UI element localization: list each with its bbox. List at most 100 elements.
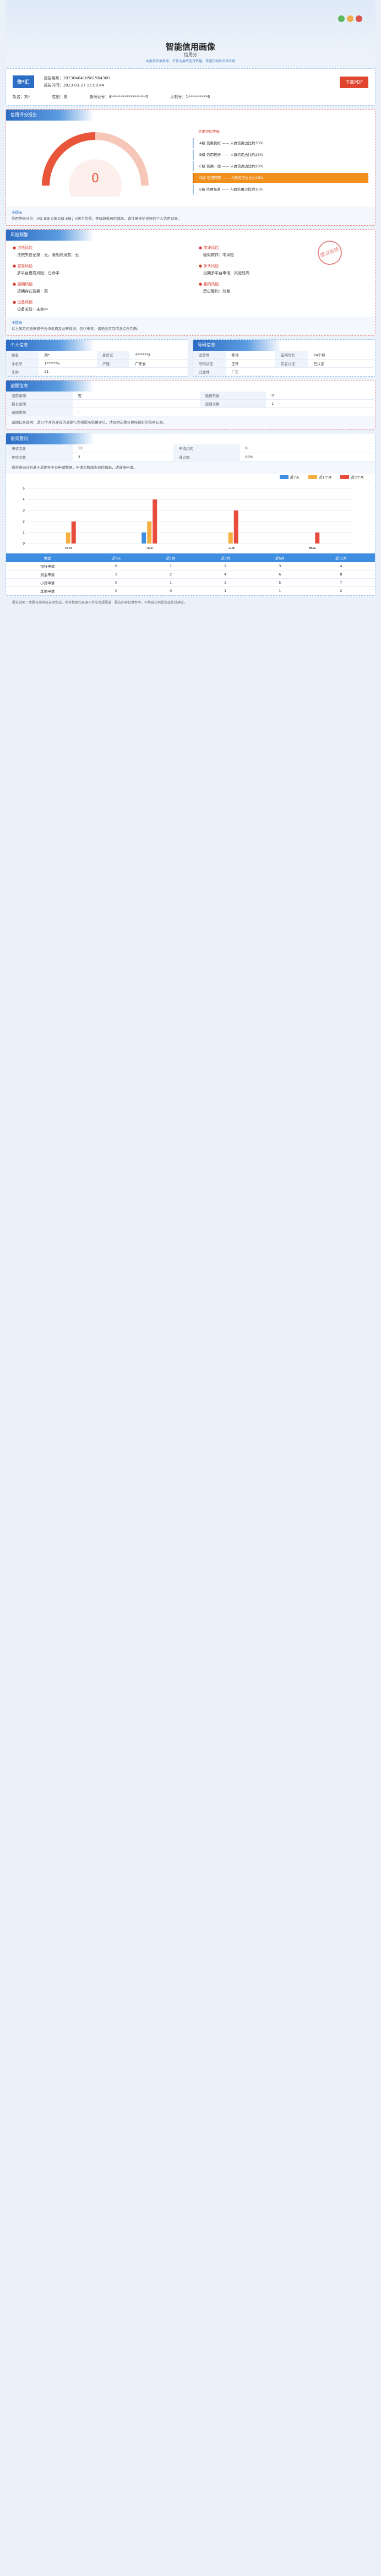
table-cell: 0 xyxy=(89,578,144,587)
download-pdf-button[interactable]: 下载PDF xyxy=(340,77,368,88)
table-key: 逾期金额 xyxy=(6,407,73,416)
report-no: 2023040418561964300 xyxy=(63,75,110,80)
overdue-tip: 逾期记录说明：近12个月内存在的逾期行为将影响信用评分，请及时还款以保持良好的信… xyxy=(6,416,375,429)
legend-swatch xyxy=(308,475,317,479)
report-info: 信*汇 报告编号：2023040418561964300 报告时间：2023-0… xyxy=(6,68,375,106)
legend-label: 近3个月 xyxy=(351,475,364,480)
yellow-icon[interactable] xyxy=(347,15,353,22)
table-header: 类型 近7天 近1月 近3月 近6月 近12月 xyxy=(6,553,375,562)
table-key: 在网时长 xyxy=(275,351,308,360)
table-cell: 3 xyxy=(198,578,253,587)
table-row: 号码状态 正常 实名认证 已认证 xyxy=(193,359,375,368)
level-a: A级 信用良好 —— 人群信用占比约30% xyxy=(193,138,368,148)
table-row: 申请次数 12 申请机构 8 xyxy=(6,444,375,453)
table-row: 银行申请 0 1 2 3 4 xyxy=(6,562,375,570)
risk-value: 设备关联：未命中 xyxy=(17,307,48,312)
table-cell: 4 xyxy=(198,570,253,579)
table-key: 申请机构 xyxy=(173,444,240,453)
y-tick-label: 4 xyxy=(23,498,25,502)
table-value: 0 xyxy=(266,391,375,400)
risk-value: 近期多平台申请：风险较高 xyxy=(203,271,249,275)
person-name: 刘* xyxy=(24,95,30,99)
table-key: 拒绝次数 xyxy=(6,453,73,461)
y-tick-label: 2 xyxy=(23,520,25,524)
apply-section: 借贷意向 申请次数 12 申请机构 8 拒绝次数 3 通过率 60% 借贷意向分析基于近期各平… xyxy=(6,433,375,596)
table-row: 归属地 广东 xyxy=(193,367,375,376)
table-cell: 1 xyxy=(143,562,198,570)
table-value: 3 xyxy=(72,453,174,461)
table-key: 姓名 xyxy=(6,351,39,360)
table-cell: 2 xyxy=(198,562,253,570)
x-tick-label: 消金 xyxy=(146,546,154,549)
risk-tip: 小提示以上风险信息来源于合作机构及公开数据，仅供参考，请结合实际情况综合判断。 xyxy=(6,317,375,335)
level-e: E级 信用极差 —— 人群信用占比约10% xyxy=(193,184,368,194)
tip-text: 以上风险信息来源于合作机构及公开数据，仅供参考，请结合实际情况综合判断。 xyxy=(12,327,140,331)
column-header: 近12月 xyxy=(307,553,375,562)
legend-label: 近7天 xyxy=(290,475,300,480)
table-cell: 6 xyxy=(252,570,307,579)
table-cell: 1 xyxy=(143,578,198,587)
report-date: 2023-03-27 15:08:44 xyxy=(63,83,105,88)
table-key: 手机号 xyxy=(6,359,39,368)
legend-item: 近1个月 xyxy=(308,474,332,480)
x-tick-label: 其他 xyxy=(309,546,317,549)
risk-title: ● 设备风险 xyxy=(13,300,33,305)
basic-section: 个人信息 姓名 刘* 身份证 4******5 手机号 1******6 户籍 广东省 年龄 31 xyxy=(6,339,188,377)
table-value: 广东省 xyxy=(129,359,188,368)
card-table: 运营商 移动 在网时长 24个月 号码状态 正常 实名认证 已认证 归属地 广东 xyxy=(193,351,375,376)
table-value: 刘* xyxy=(39,351,97,360)
brand-logo: 信*汇 xyxy=(13,75,34,88)
risk-item: ● 设备风险设备关联：未命中 xyxy=(13,300,182,312)
label: 性别： xyxy=(52,95,64,99)
report-header: 智能信用画像 信用分 本报告仅供参考，不作为最终信贷依据，请遵守相关法律法规 xyxy=(6,0,375,65)
tip-title: 小提示 xyxy=(12,320,23,325)
label: 手机号： xyxy=(170,95,186,99)
table-value: 8 xyxy=(240,444,375,453)
label: 报告时间： xyxy=(43,83,63,88)
table-row: 拒绝次数 3 通过率 60% xyxy=(6,453,375,461)
column-header: 类型 xyxy=(6,553,89,562)
table-key: 号码状态 xyxy=(193,359,226,368)
tip-text: 信用等级分为：A级 B级 C级 D级 E级；A级为优秀，等级越低风险越高，请注意… xyxy=(12,216,182,221)
risk-item: ● 多头风险 近期多平台申请：风险较高 xyxy=(199,263,368,276)
level-d: D级 信用较差 —— 人群信用占比约15% xyxy=(193,173,368,183)
table-value: - xyxy=(72,399,200,408)
red-icon[interactable] xyxy=(356,15,362,22)
legend-swatch xyxy=(340,475,350,479)
page-subtitle: 信用分 xyxy=(184,52,197,57)
legend-item: 近3个月 xyxy=(340,474,364,480)
legend-label: 近1个月 xyxy=(318,475,332,480)
x-tick-label: 小贷 xyxy=(227,546,235,549)
risk-title: ● 履约风险 xyxy=(199,282,219,286)
legend-item: 近7天 xyxy=(279,474,300,480)
table-cell: 8 xyxy=(307,570,375,579)
bar xyxy=(141,532,146,544)
overdue-section: 逾期信息 当前逾期否逾期天数 0 最长逾期 - 逾期次数 1 逾期金额 - 逾期记录说明：近1… xyxy=(6,379,375,430)
risk-item: ● 逾期风险 近期存在逾期：高 xyxy=(13,281,182,294)
table-cell: 银行申请 xyxy=(6,562,89,570)
table-row: 运营商 移动 在网时长 24个月 xyxy=(193,351,375,360)
table-cell: 0 xyxy=(143,586,198,595)
table-cell: 1 xyxy=(252,586,307,595)
table-value: 广东 xyxy=(226,367,275,376)
table-value: 24个月 xyxy=(308,351,375,360)
label: 身份证号： xyxy=(89,95,109,99)
score-section: 信用评分报告 0 信用评估等级 A级 信用良好 —— 人群信用占比约30% B级… xyxy=(6,109,375,226)
table-row: 手机号 1******6 户籍 广东省 xyxy=(6,359,188,368)
table-value: 正常 xyxy=(226,359,275,368)
apply-stats: 申请次数 12 申请机构 8 拒绝次数 3 通过率 60% xyxy=(6,444,375,461)
green-icon[interactable] xyxy=(338,15,345,22)
table-key: 实名认证 xyxy=(275,359,308,368)
window-controls[interactable] xyxy=(338,15,362,22)
table-cell: 消金申请 xyxy=(6,570,89,579)
bar xyxy=(233,510,238,544)
table-row: 消金申请 1 2 4 6 8 xyxy=(6,570,375,579)
table-key: 申请次数 xyxy=(6,444,73,453)
risk-item: ● 欺诈风险 疑似欺诈：中风险 xyxy=(199,245,368,258)
page-title: 智能信用画像 xyxy=(165,42,215,52)
table-cell: 其他申请 xyxy=(6,586,89,595)
table-row: 逾期金额 - xyxy=(6,407,375,416)
footer-note: 报告说明：本报告由系统自动生成，所有数据均来源于合法合规渠道，报告内容仅供参考，… xyxy=(12,601,188,605)
table-cell: 2 xyxy=(143,570,198,579)
score-gauge: 0 xyxy=(13,125,188,212)
